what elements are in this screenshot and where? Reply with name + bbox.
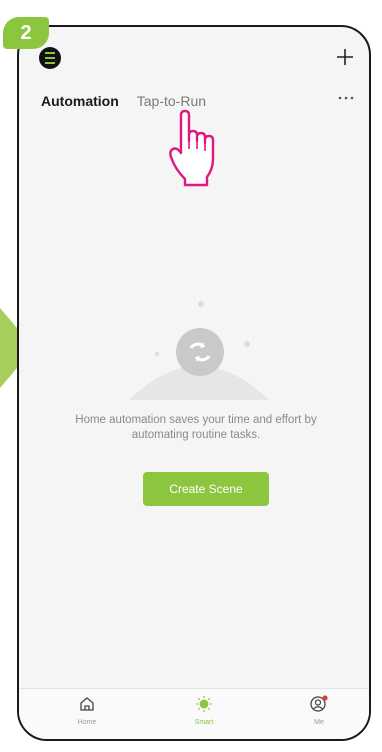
- nav-smart[interactable]: Smart: [179, 695, 229, 726]
- scene-tabs: Automation Tap-to-Run: [41, 93, 206, 109]
- phone-frame: Automation Tap-to-Run Home automation sa…: [17, 25, 371, 741]
- step-number-badge: 2: [3, 17, 49, 49]
- top-bar: [19, 27, 369, 87]
- user-icon: [310, 695, 328, 712]
- nav-home-label: Home: [77, 719, 97, 726]
- create-scene-button[interactable]: Create Scene: [143, 472, 269, 506]
- empty-state-message: Home automation saves your time and effo…: [75, 414, 317, 441]
- home-menu-icon[interactable]: [39, 47, 61, 69]
- tap-hand-pointer-icon: [169, 109, 215, 187]
- nav-home[interactable]: Home: [62, 695, 112, 726]
- nav-me[interactable]: Me: [294, 695, 344, 726]
- notification-dot: [322, 695, 328, 701]
- empty-state-illustration: [129, 301, 269, 400]
- more-horizontal-icon[interactable]: [337, 93, 355, 103]
- nav-smart-label: Smart: [194, 719, 214, 726]
- bottom-navigation: Home Smart Me: [19, 688, 369, 739]
- tab-automation[interactable]: Automation: [41, 93, 119, 109]
- tab-tap-to-run[interactable]: Tap-to-Run: [137, 93, 206, 109]
- nav-me-label: Me: [314, 719, 324, 726]
- plus-icon[interactable]: [335, 47, 355, 67]
- home-icon: [80, 697, 94, 711]
- smart-sun-icon: [196, 696, 212, 712]
